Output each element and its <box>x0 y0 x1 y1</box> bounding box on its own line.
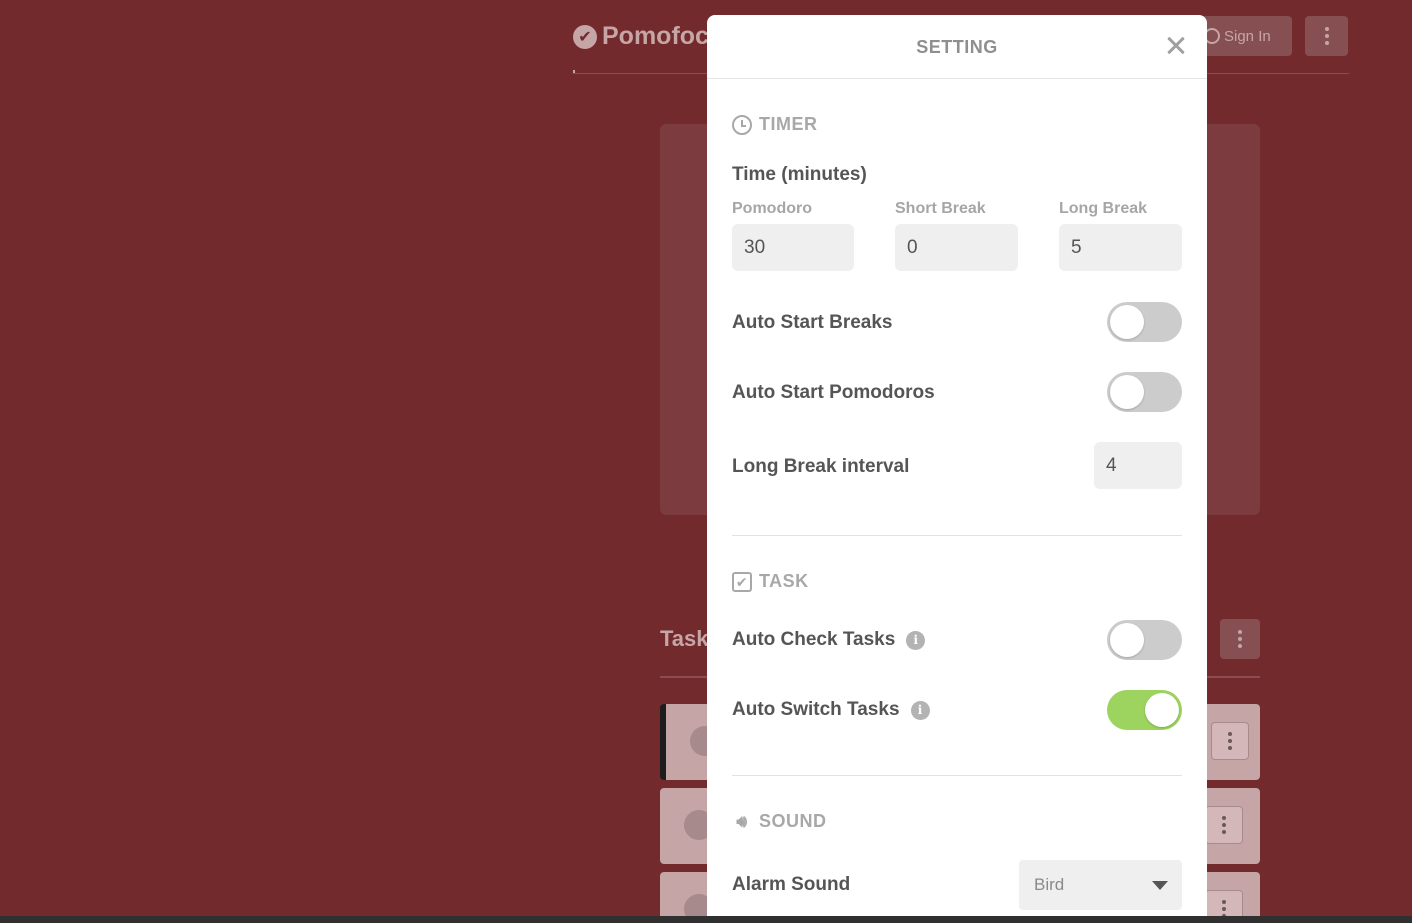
kebab-menu-icon <box>1238 630 1242 648</box>
task-section-label: TASK <box>759 571 809 591</box>
settings-modal: SETTING TIMER Time (minutes) Pomodoro Sh… <box>707 15 1207 916</box>
app-logo[interactable]: ✔ Pomofoc <box>573 22 709 51</box>
pomodoro-input[interactable]: 30 <box>732 224 854 271</box>
header-menu-button[interactable] <box>1305 16 1348 56</box>
time-heading: Time (minutes) <box>732 164 867 185</box>
alarm-sound-value: Bird <box>1034 875 1065 894</box>
info-icon[interactable]: i <box>906 630 926 650</box>
pomodoro-label: Pomodoro <box>732 200 812 217</box>
sign-in-label: Sign In <box>1224 27 1271 45</box>
short-break-input[interactable]: 0 <box>895 224 1018 271</box>
long-break-value: 5 <box>1071 236 1082 258</box>
sound-section-heading: 🔊︎ SOUND <box>732 811 827 832</box>
task-menu-button[interactable] <box>1211 722 1249 760</box>
section-divider <box>732 775 1182 776</box>
clock-icon <box>732 114 752 135</box>
task-menu-button[interactable] <box>1205 806 1243 844</box>
long-break-input[interactable]: 5 <box>1059 224 1182 271</box>
logo-text: Pomofoc <box>602 22 709 50</box>
toggle-knob <box>1145 693 1179 727</box>
auto-start-pomodoros-toggle[interactable] <box>1107 372 1182 412</box>
short-break-value: 0 <box>907 236 918 258</box>
caret-down-icon <box>1152 881 1168 890</box>
close-icon[interactable] <box>1162 32 1190 60</box>
bottom-strip <box>0 916 1412 923</box>
modal-title: SETTING <box>916 37 998 57</box>
auto-check-tasks-toggle[interactable] <box>1107 620 1182 660</box>
long-break-label: Long Break <box>1059 200 1148 217</box>
sign-in-button[interactable]: Sign In <box>1196 16 1292 56</box>
toggle-knob <box>1110 375 1144 409</box>
modal-header: SETTING <box>707 15 1207 79</box>
section-divider <box>732 535 1182 536</box>
long-break-interval-input[interactable]: 4 <box>1094 442 1182 489</box>
alarm-sound-label: Alarm Sound <box>732 874 851 895</box>
long-break-interval-label: Long Break interval <box>732 456 910 477</box>
auto-start-breaks-label: Auto Start Breaks <box>732 312 893 333</box>
long-break-interval-value: 4 <box>1106 454 1117 476</box>
auto-start-breaks-toggle[interactable] <box>1107 302 1182 342</box>
auto-switch-tasks-label: Auto Switch Tasks <box>732 699 900 720</box>
sound-section-label: SOUND <box>759 811 827 831</box>
auto-check-tasks-row: Auto Check Tasks i <box>732 629 926 651</box>
tasks-menu-button[interactable] <box>1220 619 1260 659</box>
speaker-icon: 🔊︎ <box>736 811 748 831</box>
toggle-knob <box>1110 623 1144 657</box>
auto-switch-tasks-toggle[interactable] <box>1107 690 1182 730</box>
tasks-title: Task <box>660 626 709 651</box>
alarm-sound-select[interactable]: Bird <box>1019 860 1182 910</box>
auto-switch-tasks-row: Auto Switch Tasks i <box>732 699 930 721</box>
timer-section-label: TIMER <box>759 114 818 134</box>
task-section-heading: ✔ TASK <box>732 571 809 592</box>
info-icon[interactable]: i <box>910 700 930 720</box>
kebab-menu-icon <box>1222 816 1226 834</box>
short-break-label: Short Break <box>895 200 986 217</box>
checkbox-icon: ✔ <box>732 571 752 592</box>
auto-check-tasks-label: Auto Check Tasks <box>732 629 896 650</box>
check-circle-icon: ✔ <box>573 24 597 49</box>
kebab-menu-icon <box>1324 27 1329 45</box>
kebab-menu-icon <box>1228 732 1232 750</box>
auto-start-pomodoros-label: Auto Start Pomodoros <box>732 382 935 403</box>
pomodoro-value: 30 <box>744 236 766 258</box>
toggle-knob <box>1110 305 1144 339</box>
timer-section-heading: TIMER <box>732 114 818 135</box>
